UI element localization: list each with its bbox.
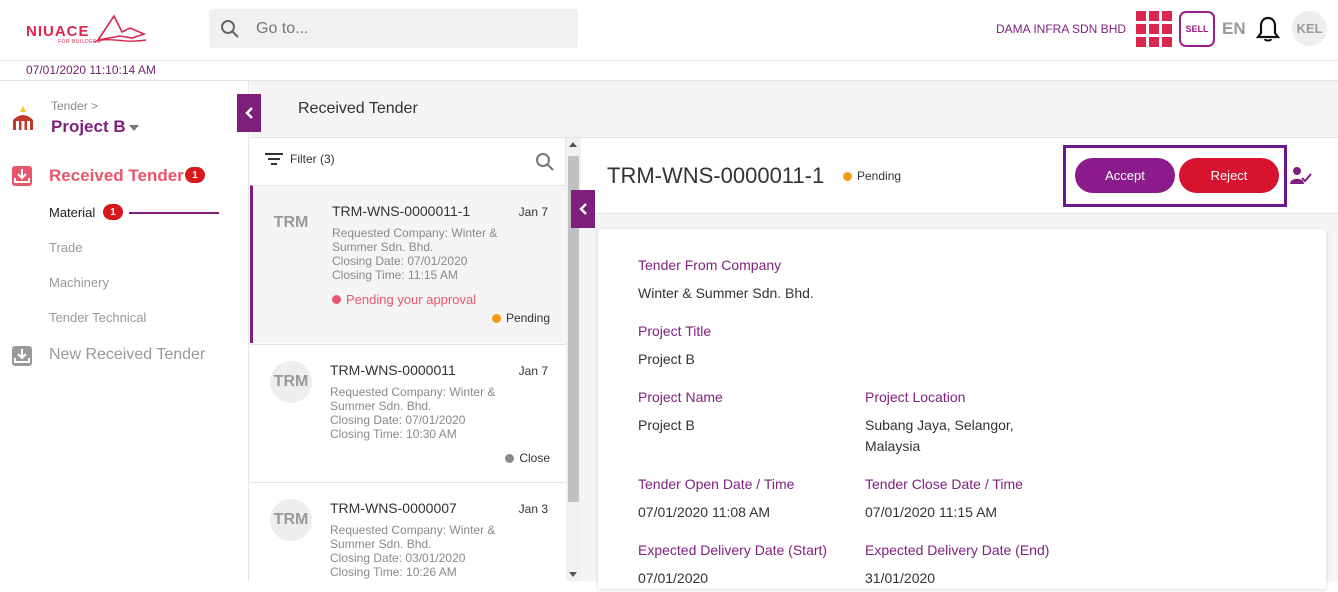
- language-switch[interactable]: EN: [1222, 19, 1246, 39]
- global-search[interactable]: [209, 9, 578, 48]
- tender-list-item[interactable]: TRM TRM-WNS-0000011 Jan 7 Requested Comp…: [250, 344, 566, 482]
- tender-company: Requested Company: Winter & Summer Sdn. …: [330, 385, 496, 413]
- search-input[interactable]: [256, 9, 566, 48]
- inbox-download-icon[interactable]: [11, 345, 33, 367]
- tender-closing-time: Closing Time: 10:30 AM: [330, 427, 457, 441]
- status-badge: Close: [505, 451, 550, 465]
- sidebar: Tender > Project B Received Tender 1 Mat…: [0, 81, 249, 581]
- tender-date: Jan 7: [518, 205, 548, 219]
- tender-list-item[interactable]: TRM TRM-WNS-0000011-1 Jan 7 Requested Co…: [250, 185, 566, 343]
- status-text: Pending: [857, 169, 902, 183]
- tender-closing-date: Closing Date: 07/01/2020: [332, 254, 468, 268]
- tender-date: Jan 7: [518, 364, 548, 378]
- scroll-up-arrow-icon[interactable]: [569, 142, 577, 147]
- material-count-badge: 1: [103, 204, 123, 220]
- project-location-label: Project Location: [865, 389, 966, 405]
- active-indicator: [129, 212, 219, 214]
- status-badge: Pending: [843, 169, 901, 183]
- tender-close-value: 07/01/2020 11:15 AM: [865, 504, 998, 520]
- tender-detail-card: Tender From Company Winter & Summer Sdn.…: [598, 229, 1326, 589]
- project-location-value: Subang Jaya, Selangor, Malaysia: [865, 417, 1014, 454]
- niuace-logo[interactable]: NIUACE FOR BUILDERS: [24, 14, 149, 48]
- nav-received-tender[interactable]: Received Tender: [49, 166, 184, 186]
- project-title-value: Project B: [638, 351, 695, 367]
- tender-title: TRM-WNS-0000011-1: [332, 203, 471, 219]
- tender-closing-time: Closing Time: 10:26 AM: [330, 565, 457, 579]
- logo-text: NIUACE: [26, 23, 90, 40]
- sidebar-item-trade[interactable]: Trade: [49, 240, 82, 255]
- tender-from-company-label: Tender From Company: [638, 257, 782, 273]
- tender-closing-date: Closing Date: 03/01/2020: [330, 551, 466, 565]
- project-title-label: Project Title: [638, 323, 712, 339]
- status-text: Close: [519, 451, 550, 465]
- tender-from-company-value: Winter & Summer Sdn. Bhd.: [638, 285, 814, 301]
- breadcrumb[interactable]: Tender >: [51, 99, 98, 113]
- delivery-start-label: Expected Delivery Date (Start): [638, 542, 828, 558]
- tender-avatar: TRM: [270, 361, 312, 403]
- tender-closing-date: Closing Date: 07/01/2020: [330, 413, 466, 427]
- status-text: Pending: [505, 311, 550, 325]
- chevron-left-icon: [579, 203, 587, 215]
- status-dot-icon: [505, 453, 515, 463]
- pending-approval-warning: Pending your approval: [332, 292, 476, 307]
- search-icon: [221, 20, 239, 38]
- user-avatar[interactable]: KEL: [1292, 11, 1327, 46]
- tender-avatar: TRM: [270, 499, 312, 541]
- tender-open-label: Tender Open Date / Time: [638, 476, 795, 492]
- tender-date: Jan 3: [518, 502, 548, 516]
- tender-company: Requested Company: Winter & Summer Sdn. …: [332, 226, 498, 254]
- tender-open-value: 07/01/2020 11:08 AM: [638, 504, 771, 520]
- reject-button[interactable]: Reject: [1179, 158, 1279, 193]
- logo-bird-icon: [93, 14, 147, 43]
- tender-company: Requested Company: Winter & Summer Sdn. …: [330, 523, 496, 551]
- received-tender-count-badge: 1: [185, 167, 205, 183]
- warning-text: Pending your approval: [346, 292, 477, 307]
- bell-icon[interactable]: [1256, 15, 1280, 43]
- tender-title: TRM-WNS-0000011: [330, 362, 456, 378]
- sidebar-item-tender-technical[interactable]: Tender Technical: [49, 310, 146, 325]
- tender-title: TRM-WNS-0000007: [330, 500, 457, 516]
- delivery-start-value: 07/01/2020: [638, 570, 709, 586]
- tender-list-item[interactable]: TRM TRM-WNS-0000007 Jan 3 Requested Comp…: [250, 482, 566, 592]
- current-datetime: 07/01/2020 11:10:14 AM: [26, 63, 156, 77]
- tender-closing-time: Closing Time: 11:15 AM: [332, 268, 458, 282]
- scroll-down-arrow-icon[interactable]: [569, 572, 577, 577]
- project-name-value: Project B: [638, 417, 695, 433]
- status-dot-icon: [843, 171, 852, 181]
- accept-button[interactable]: Accept: [1075, 158, 1175, 193]
- delivery-end-label: Expected Delivery Date (End): [865, 542, 1050, 558]
- sell-button[interactable]: SELL: [1179, 11, 1215, 47]
- status-dot-icon: [491, 313, 501, 323]
- collapse-sidebar-button[interactable]: [237, 94, 261, 132]
- nav-new-received-tender[interactable]: New Received Tender: [49, 346, 205, 364]
- project-name-label: Project Name: [638, 389, 723, 405]
- sidebar-item-machinery[interactable]: Machinery: [49, 275, 109, 290]
- warning-dot-icon: [332, 295, 341, 304]
- delivery-end-value: 31/01/2020: [865, 570, 936, 586]
- project-icon: [13, 106, 33, 130]
- chevron-down-icon[interactable]: [129, 125, 139, 131]
- company-name[interactable]: DAMA INFRA SDN BHD: [996, 22, 1126, 36]
- page-title: Received Tender: [298, 100, 418, 117]
- sidebar-item-material[interactable]: Material: [49, 205, 95, 220]
- project-selector[interactable]: Project B: [51, 117, 126, 137]
- tender-close-label: Tender Close Date / Time: [865, 476, 1023, 492]
- status-badge: Pending: [491, 311, 550, 325]
- apps-grid-icon[interactable]: [1136, 11, 1172, 47]
- user-check-icon[interactable]: [1290, 166, 1312, 186]
- inbox-download-icon[interactable]: [11, 165, 33, 187]
- chevron-left-icon: [245, 107, 253, 119]
- collapse-list-button[interactable]: [571, 190, 595, 228]
- filter-button[interactable]: Filter (3): [290, 152, 335, 166]
- tender-avatar: TRM: [273, 214, 309, 231]
- filter-icon[interactable]: [265, 152, 283, 166]
- search-icon[interactable]: [535, 152, 555, 172]
- detail-title: TRM-WNS-0000011-1: [607, 163, 825, 188]
- top-header: NIUACE FOR BUILDERS DAMA INFRA SDN BHD S…: [0, 0, 1338, 61]
- tender-list-panel: Filter (3) TRM TRM-WNS-0000011-1 Jan 7 R…: [250, 138, 566, 592]
